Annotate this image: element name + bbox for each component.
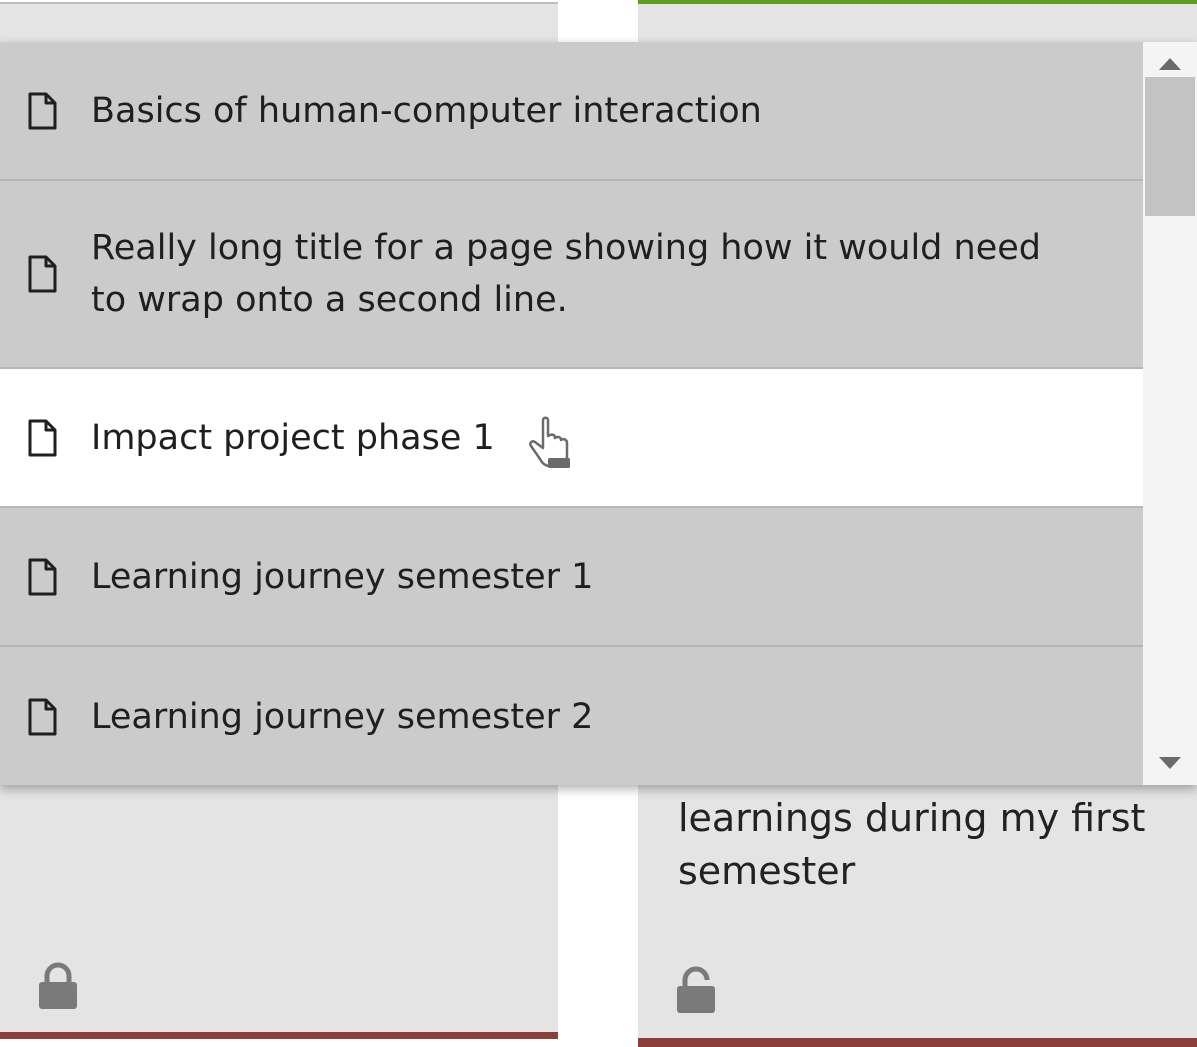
file-icon xyxy=(28,419,57,456)
dropdown-scrollbar[interactable] xyxy=(1143,42,1197,785)
triangle-up-icon xyxy=(1159,58,1181,70)
list-item-label: Learning journey semester 1 xyxy=(91,556,594,597)
list-item-label: Learning journey semester 2 xyxy=(91,696,594,737)
list-item[interactable]: Really long title for a page showing how… xyxy=(0,181,1143,369)
file-icon xyxy=(28,92,57,129)
lock-closed-icon xyxy=(39,962,77,1009)
pointer-hand-icon xyxy=(529,416,570,468)
triangle-down-icon xyxy=(1159,757,1181,769)
list-item-label: Impact project phase 1 xyxy=(91,417,495,458)
scroll-thumb[interactable] xyxy=(1145,77,1195,216)
lock-open-icon xyxy=(677,966,715,1013)
list-item[interactable]: Learning journey semester 1 xyxy=(0,508,1143,647)
scroll-down-button[interactable] xyxy=(1143,741,1197,785)
list-item[interactable]: Basics of human-computer interaction xyxy=(0,42,1143,181)
page-select-dropdown[interactable]: Basics of human-computer interaction Rea… xyxy=(0,42,1197,785)
card-description: learnings during my first semester xyxy=(678,796,1146,893)
list-item-label: Basics of human-computer interaction xyxy=(91,90,762,131)
list-item[interactable]: Learning journey semester 2 xyxy=(0,647,1143,785)
list-item-label: Really long title for a page showing how… xyxy=(91,228,1041,320)
file-icon xyxy=(28,698,57,735)
file-icon xyxy=(28,255,57,293)
file-icon xyxy=(28,558,57,595)
